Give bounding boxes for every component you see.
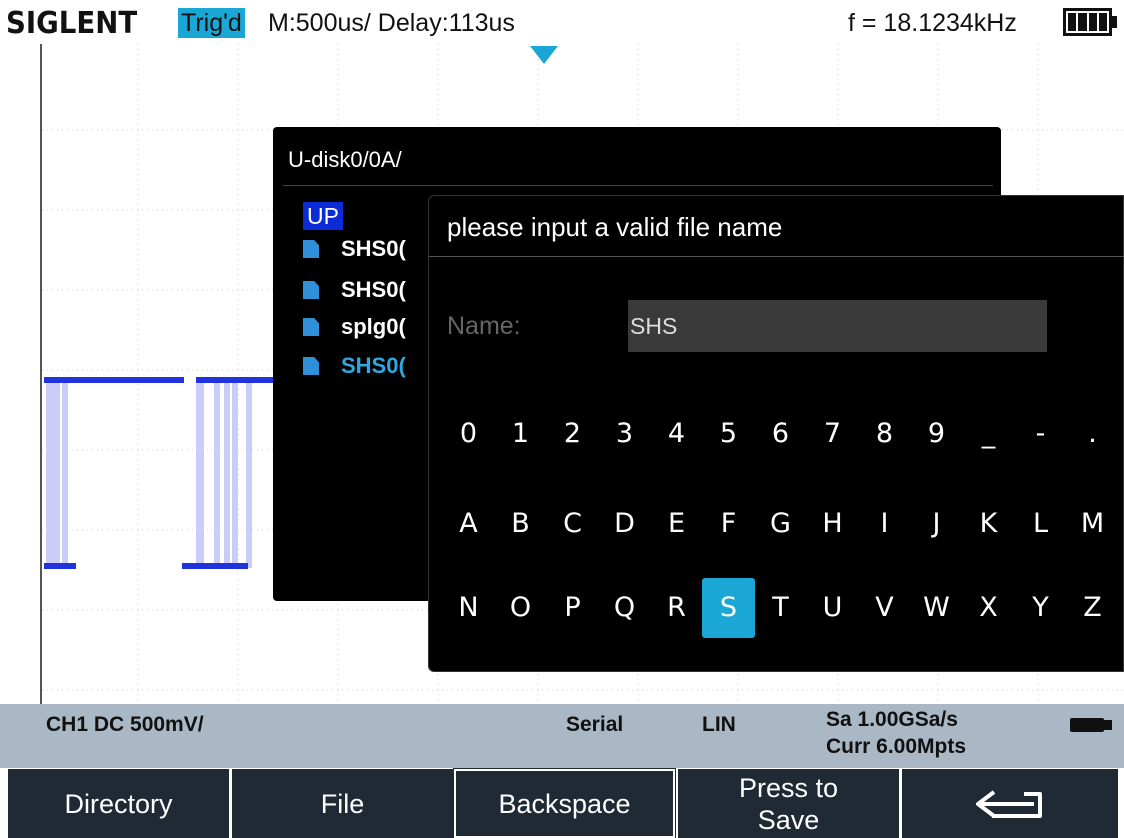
return-button[interactable]	[902, 769, 1118, 838]
file-list-item[interactable]: SHS0(	[303, 276, 406, 304]
key-n[interactable]: N	[442, 578, 495, 638]
key-6[interactable]: 6	[754, 404, 807, 464]
trigger-status-badge: Trig'd	[178, 8, 245, 38]
name-label: Name:	[447, 312, 521, 340]
backspace-button-label: Backspace	[498, 788, 631, 819]
key-1[interactable]: 1	[494, 404, 547, 464]
key-o[interactable]: O	[494, 578, 547, 638]
file-name: splg0(	[341, 314, 406, 339]
key-j[interactable]: J	[910, 494, 963, 554]
filename-input-dialog: please input a valid file name Name: 012…	[428, 195, 1124, 672]
key-underscore[interactable]: _	[962, 404, 1015, 464]
filename-input[interactable]	[628, 300, 1047, 352]
battery-tip	[1112, 16, 1117, 28]
file-icon	[303, 281, 319, 299]
softkey-bar: Directory File Backspace Press to Save	[0, 768, 1124, 838]
timebase-readout: M:500us/ Delay:113us	[268, 9, 515, 37]
status-bar: SIGLENT Trig'd M:500us/ Delay:113us f = …	[0, 0, 1124, 44]
key-5[interactable]: 5	[702, 404, 755, 464]
divider	[283, 185, 993, 186]
info-bar: CH1 DC 500mV/ Serial LIN Sa 1.00GSa/s Cu…	[0, 704, 1124, 768]
key-h[interactable]: H	[806, 494, 859, 554]
key-z[interactable]: Z	[1066, 578, 1119, 638]
key-8[interactable]: 8	[858, 404, 911, 464]
file-icon	[303, 318, 319, 336]
file-list-item-selected[interactable]: SHS0(	[303, 352, 406, 380]
key-w[interactable]: W	[910, 578, 963, 638]
key-d[interactable]: D	[598, 494, 651, 554]
brand-logo: SIGLENT	[6, 6, 138, 41]
return-arrow-icon	[976, 789, 1042, 818]
divider	[429, 256, 1124, 257]
file-list-item[interactable]: SHS0(	[303, 235, 406, 263]
directory-path: U-disk0/0A/	[288, 147, 402, 172]
file-name: SHS0(	[341, 236, 406, 261]
up-directory-item[interactable]: UP	[303, 202, 343, 230]
key-0[interactable]: 0	[442, 404, 495, 464]
key-9[interactable]: 9	[910, 404, 963, 464]
key-q[interactable]: Q	[598, 578, 651, 638]
decode-mode: Serial	[566, 713, 624, 736]
memory-depth: Curr 6.00Mpts	[826, 735, 967, 758]
key-a[interactable]: A	[442, 494, 495, 554]
press-to-save-button[interactable]: Press to Save	[678, 769, 899, 838]
file-button[interactable]: File	[232, 769, 453, 838]
key-g[interactable]: G	[754, 494, 807, 554]
save-button-label-line1: Press to	[738, 772, 839, 803]
waveform-trace	[44, 377, 274, 569]
key-t[interactable]: T	[754, 578, 807, 638]
key-c[interactable]: C	[546, 494, 599, 554]
key-l[interactable]: L	[1014, 494, 1067, 554]
channel-settings: CH1 DC 500mV/	[46, 713, 204, 736]
key-p[interactable]: P	[546, 578, 599, 638]
directory-button-label: Directory	[64, 788, 173, 819]
file-button-label: File	[320, 788, 365, 819]
key-i[interactable]: I	[858, 494, 911, 554]
save-button-label-line2: Save	[757, 804, 820, 835]
file-name: SHS0(	[341, 277, 406, 302]
usb-icon	[1070, 718, 1112, 732]
file-list-item[interactable]: splg0(	[303, 313, 406, 341]
file-icon	[303, 357, 319, 375]
directory-button[interactable]: Directory	[8, 769, 229, 838]
key-u[interactable]: U	[806, 578, 859, 638]
battery-icon	[1063, 8, 1112, 36]
key-dash[interactable]: -	[1014, 404, 1067, 464]
key-f[interactable]: F	[702, 494, 755, 554]
key-v[interactable]: V	[858, 578, 911, 638]
backspace-button[interactable]: Backspace	[453, 768, 676, 838]
key-m[interactable]: M	[1066, 494, 1119, 554]
key-e[interactable]: E	[650, 494, 703, 554]
frequency-readout: f = 18.1234kHz	[848, 9, 1017, 37]
key-x[interactable]: X	[962, 578, 1015, 638]
file-name: SHS0(	[341, 353, 406, 378]
scale-mode: LIN	[702, 713, 736, 736]
file-icon	[303, 240, 319, 258]
key-b[interactable]: B	[494, 494, 547, 554]
key-k[interactable]: K	[962, 494, 1015, 554]
key-4[interactable]: 4	[650, 404, 703, 464]
trigger-position-marker[interactable]	[530, 46, 558, 64]
key-dot[interactable]: .	[1066, 404, 1119, 464]
dialog-title: please input a valid file name	[447, 212, 783, 242]
key-r[interactable]: R	[650, 578, 703, 638]
key-s[interactable]: S	[702, 578, 755, 638]
key-7[interactable]: 7	[806, 404, 859, 464]
key-2[interactable]: 2	[546, 404, 599, 464]
key-3[interactable]: 3	[598, 404, 651, 464]
sample-rate: Sa 1.00GSa/s	[826, 708, 958, 731]
key-y[interactable]: Y	[1014, 578, 1067, 638]
